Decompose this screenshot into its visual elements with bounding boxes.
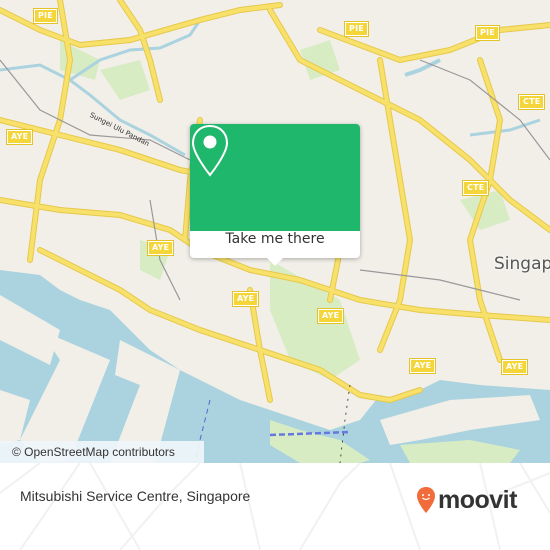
highway-shield-aye: AYE (408, 358, 437, 374)
highway-shield-pie: PIE (33, 8, 58, 24)
take-me-there-button[interactable]: Take me there (190, 231, 360, 258)
highway-shield-aye: AYE (5, 129, 34, 145)
highway-shield-cte: CTE (517, 94, 546, 110)
moovit-pin-icon (417, 487, 435, 513)
highway-shield-aye: AYE (146, 240, 175, 256)
highway-shield-pie: PIE (344, 21, 369, 37)
map-pin-icon (191, 124, 229, 177)
map-view[interactable]: PIE PIE PIE CTE CTE AYE AYE AYE AYE AYE … (0, 0, 550, 463)
highway-shield-aye: AYE (500, 359, 529, 375)
highway-shield-cte: CTE (461, 180, 490, 196)
moovit-logo[interactable]: moovit (416, 485, 517, 515)
highway-shield-pie: PIE (475, 25, 500, 41)
map-attribution[interactable]: © OpenStreetMap contributors (0, 441, 204, 463)
highway-shield-aye: AYE (316, 308, 345, 324)
moovit-wordmark: moovit (438, 485, 517, 514)
highway-shield-aye: AYE (231, 291, 260, 307)
place-name: Mitsubishi Service Centre, Singapore (20, 488, 251, 504)
popup-header[interactable] (190, 124, 360, 231)
location-popup[interactable]: Take me there (190, 124, 360, 266)
footer: Mitsubishi Service Centre, Singapore moo… (0, 463, 550, 550)
popup-pointer (267, 258, 283, 266)
city-label: Singap (494, 254, 550, 274)
